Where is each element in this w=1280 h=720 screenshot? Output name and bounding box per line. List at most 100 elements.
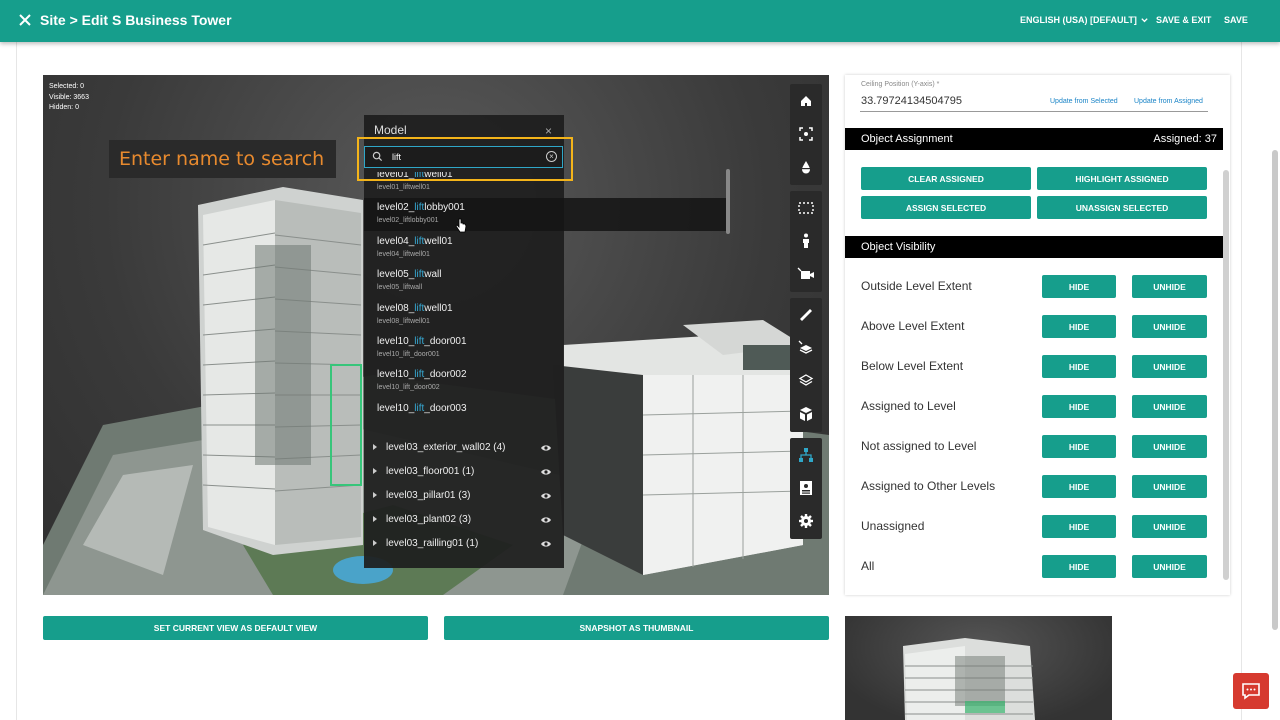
hide-button[interactable]: HIDE <box>1042 395 1116 418</box>
tree-row[interactable]: level03_floor001 (1) <box>364 461 564 485</box>
visibility-row-label: Outside Level Extent <box>861 279 972 293</box>
hidden-count: Hidden: 0 <box>49 104 79 111</box>
update-from-selected-link[interactable]: Update from Selected <box>1050 98 1118 105</box>
chat-button[interactable] <box>1233 673 1269 709</box>
expand-arrow-icon[interactable] <box>373 540 377 546</box>
first-person-icon[interactable] <box>790 224 822 258</box>
unhide-button[interactable]: UNHIDE <box>1132 395 1207 418</box>
ceiling-position-field[interactable]: 33.79724134504795 <box>861 95 962 107</box>
expand-arrow-icon[interactable] <box>373 444 377 450</box>
hide-button[interactable]: HIDE <box>1042 315 1116 338</box>
tree-row-label: level03_floor001 (1) <box>386 466 475 477</box>
home-icon[interactable] <box>790 84 822 118</box>
hand-cursor-icon <box>455 218 467 233</box>
visibility-eye-icon[interactable] <box>540 467 552 477</box>
ceiling-position-label: Ceiling Position (Y-axis) * <box>861 81 940 88</box>
section-icon[interactable] <box>790 150 822 184</box>
building-thumbnail-render <box>903 638 1035 720</box>
unhide-button[interactable]: UNHIDE <box>1132 435 1207 458</box>
tree-row-label: level03_railling01 (1) <box>386 538 479 549</box>
explode-icon[interactable] <box>790 331 822 365</box>
snapshot-thumbnail-button[interactable]: SNAPSHOT AS THUMBNAIL <box>444 616 829 640</box>
camera-icon[interactable] <box>790 257 822 291</box>
unhide-button[interactable]: UNHIDE <box>1132 555 1207 578</box>
unhide-button[interactable]: UNHIDE <box>1132 515 1207 538</box>
save-button[interactable]: SAVE <box>1224 15 1248 25</box>
tree-row[interactable]: level03_plant02 (3) <box>364 509 564 533</box>
unassign-selected-button[interactable]: UNASSIGN SELECTED <box>1037 196 1207 219</box>
visibility-eye-icon[interactable] <box>540 443 552 453</box>
select-box-icon[interactable] <box>790 191 822 225</box>
visibility-row-label: Not assigned to Level <box>861 439 977 453</box>
page-scrollbar[interactable] <box>1272 150 1278 630</box>
search-result-item[interactable]: level05_liftwall level05_liftwall <box>364 265 728 298</box>
result-path: level08_liftwell01 <box>377 317 430 325</box>
visibility-eye-icon[interactable] <box>540 539 552 549</box>
search-result-item[interactable]: level10_lift_door002 level10_lift_door002 <box>364 365 728 398</box>
result-path: level04_liftwell01 <box>377 250 430 258</box>
search-result-item[interactable]: level10_lift_door001 level10_lift_door001 <box>364 332 728 365</box>
hide-button[interactable]: HIDE <box>1042 515 1116 538</box>
top-app-bar: Site > Edit S Business Tower ENGLISH (US… <box>0 0 1280 42</box>
search-result-item[interactable]: level02_liftlobby001 level02_liftlobby001 <box>364 198 728 232</box>
fit-view-icon[interactable] <box>790 117 822 151</box>
visibility-row-label: Assigned to Other Levels <box>861 479 996 493</box>
search-results-layer: level01_liftwell01 level01_liftwell01 leve… <box>364 115 730 437</box>
result-name: level10_lift_door003 <box>377 402 467 414</box>
section-title: Object Visibility <box>861 241 936 253</box>
unhide-button[interactable]: UNHIDE <box>1132 315 1207 338</box>
search-result-item[interactable]: level04_liftwell01 level04_liftwell01 <box>364 232 728 265</box>
expand-arrow-icon[interactable] <box>373 516 377 522</box>
toolbar-group-select <box>790 191 822 292</box>
selected-count: Selected: 0 <box>49 83 85 90</box>
result-name: level02_liftlobby001 <box>377 202 465 214</box>
unhide-button[interactable]: UNHIDE <box>1132 275 1207 298</box>
close-icon[interactable] <box>16 11 34 29</box>
language-selector[interactable]: ENGLISH (USA) [DEFAULT] <box>1020 15 1149 25</box>
layers-icon[interactable] <box>790 364 822 398</box>
search-results-dropdown: level01_liftwell01 level01_liftwell01 leve… <box>364 172 730 437</box>
tree-row-label: level03_pillar01 (3) <box>386 490 471 501</box>
results-scrollbar[interactable] <box>726 169 730 234</box>
set-default-view-button[interactable]: SET CURRENT VIEW AS DEFAULT VIEW <box>43 616 428 640</box>
tree-row[interactable]: level03_railling01 (1) <box>364 533 564 557</box>
tree-row-label: level03_plant02 (3) <box>386 514 472 525</box>
hide-button[interactable]: HIDE <box>1042 275 1116 298</box>
chevron-down-icon <box>1141 17 1148 22</box>
model-box-icon[interactable] <box>790 397 822 431</box>
object-visibility-header: Object Visibility <box>845 236 1223 258</box>
panel-scrollbar[interactable] <box>1223 170 1229 580</box>
search-result-item[interactable]: level01_liftwell01 level01_liftwell01 <box>364 172 728 198</box>
visibility-row-label: All <box>861 559 875 573</box>
result-name: level10_lift_door002 <box>377 369 467 381</box>
clear-assigned-button[interactable]: CLEAR ASSIGNED <box>861 167 1031 190</box>
result-name: level10_lift_door001 <box>377 336 467 347</box>
tree-row[interactable]: level03_pillar01 (3) <box>364 485 564 509</box>
unhide-button[interactable]: UNHIDE <box>1132 355 1207 378</box>
settings-icon[interactable] <box>790 504 822 538</box>
assign-selected-button[interactable]: ASSIGN SELECTED <box>861 196 1031 219</box>
update-from-assigned-link[interactable]: Update from Assigned <box>1134 98 1203 105</box>
hide-button[interactable]: HIDE <box>1042 475 1116 498</box>
highlight-assigned-button[interactable]: HIGHLIGHT ASSIGNED <box>1037 167 1207 190</box>
search-result-item[interactable]: level10_lift_door003 <box>364 399 728 432</box>
hide-button[interactable]: HIDE <box>1042 555 1116 578</box>
visibility-eye-icon[interactable] <box>540 515 552 525</box>
expand-arrow-icon[interactable] <box>373 492 377 498</box>
expand-arrow-icon[interactable] <box>373 468 377 474</box>
unhide-button[interactable]: UNHIDE <box>1132 475 1207 498</box>
model-tree-icon[interactable] <box>790 438 822 472</box>
hide-button[interactable]: HIDE <box>1042 435 1116 458</box>
save-exit-button[interactable]: SAVE & EXIT <box>1156 15 1211 25</box>
page-title: Site > Edit S Business Tower <box>40 12 232 28</box>
visibility-row-label: Below Level Extent <box>861 359 964 373</box>
search-result-item[interactable]: level08_liftwell01 level08_liftwell01 <box>364 299 728 332</box>
field-underline <box>860 111 1208 112</box>
measure-icon[interactable] <box>790 298 822 332</box>
visibility-eye-icon[interactable] <box>540 491 552 501</box>
properties-icon[interactable] <box>790 471 822 505</box>
tree-row[interactable]: level03_exterior_wall02 (4) <box>364 437 564 461</box>
thumbnail-preview <box>845 616 1112 720</box>
hide-button[interactable]: HIDE <box>1042 355 1116 378</box>
chat-icon <box>1242 683 1260 700</box>
